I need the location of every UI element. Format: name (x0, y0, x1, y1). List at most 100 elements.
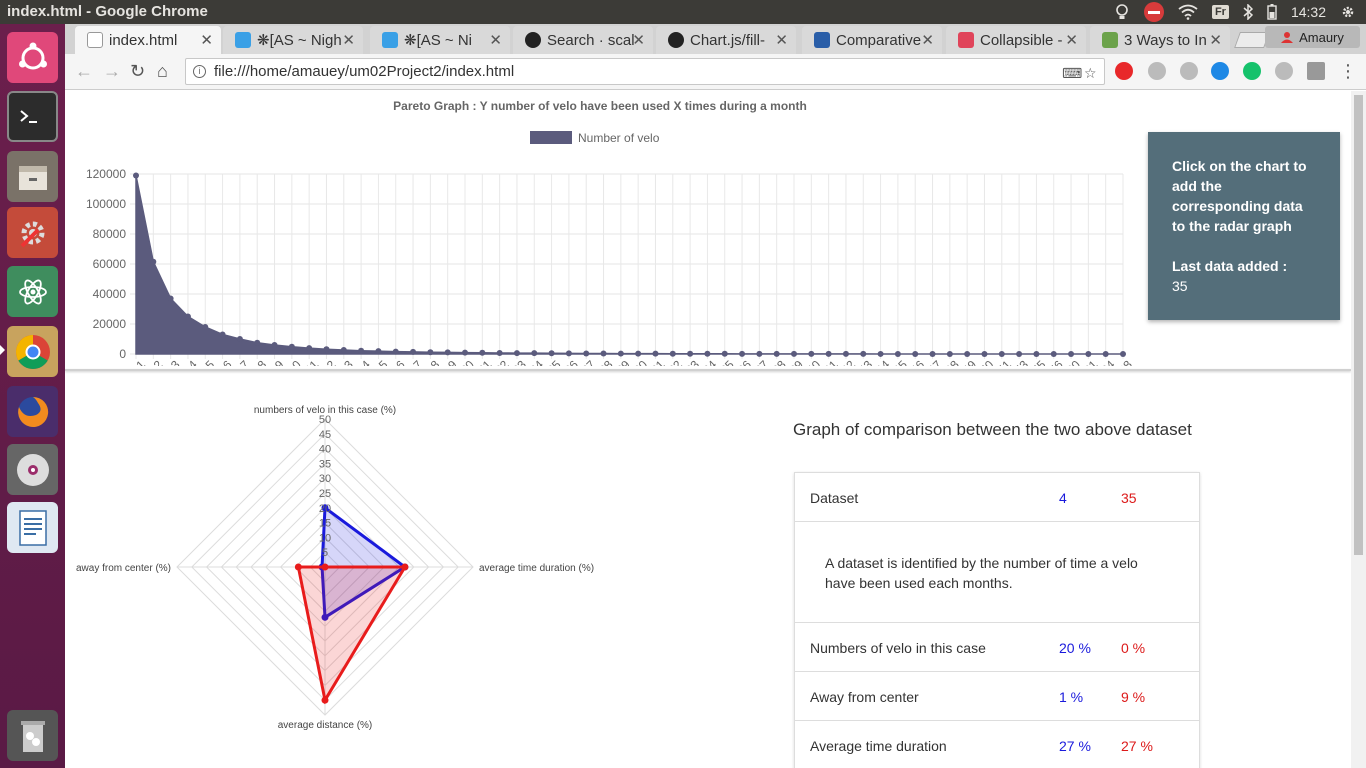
document-icon (87, 32, 103, 48)
x-tick-label: 13 (336, 357, 356, 366)
user-icon (1281, 32, 1294, 43)
home-icon[interactable]: ⌂ (157, 61, 168, 82)
pareto-legend[interactable]: Number of velo (530, 131, 660, 145)
table-row: Numbers of velo in this case 20 % 0 % (795, 623, 1199, 672)
extension-drop-icon[interactable] (1211, 62, 1229, 80)
data-point (704, 350, 711, 357)
x-tick-label: 41 (821, 357, 841, 366)
radar-point (294, 563, 302, 571)
extension-window-icon[interactable] (1307, 62, 1325, 80)
cell-label: Dataset (810, 490, 859, 506)
dvd-icon[interactable] (7, 444, 58, 495)
y-tick-label: 20000 (93, 317, 127, 331)
screen: index.html - Google Chrome Fr 14:32 inde… (0, 0, 1366, 768)
cell-dataset-b: 27 % (1121, 738, 1153, 754)
data-point (808, 350, 815, 357)
wifi-icon[interactable] (1178, 4, 1198, 20)
profile-button[interactable]: Amaury (1265, 26, 1360, 48)
grammarly-icon[interactable] (1243, 62, 1261, 80)
chrome-icon[interactable] (7, 326, 58, 377)
files-icon[interactable] (7, 151, 58, 202)
close-icon[interactable]: ✕ (632, 31, 645, 49)
x-tick-label: 22 (492, 357, 512, 366)
opera-icon[interactable] (1115, 62, 1133, 80)
scrollbar-thumb[interactable] (1354, 95, 1363, 555)
close-icon[interactable]: ✕ (342, 31, 355, 49)
page-scrollbar[interactable] (1351, 91, 1366, 768)
data-point (375, 348, 382, 355)
data-point (756, 350, 763, 357)
x-tick-label: 16 (388, 357, 408, 366)
data-point (842, 350, 849, 357)
ubuntu-icon[interactable] (7, 32, 58, 83)
x-tick-label: 35 (717, 357, 737, 366)
lightbulb-icon[interactable] (1114, 3, 1130, 21)
close-icon[interactable]: ✕ (200, 31, 213, 49)
series-area-number-of-velo (135, 175, 1124, 355)
tab-3-ways[interactable]: 3 Ways to In ✕ (1090, 26, 1230, 54)
tab-collapsible[interactable]: Collapsible - ✕ (946, 26, 1086, 54)
x-tick-label: 36 (735, 357, 755, 366)
last-data-value: 35 (1172, 278, 1188, 294)
x-tick-label: 29 (614, 357, 634, 366)
address-bar[interactable]: i file:///home/amauey/um02Project2/index… (185, 58, 1105, 85)
cell-dataset-b: 35 (1121, 490, 1137, 506)
wikihow-icon (1102, 32, 1118, 48)
tab-search-github[interactable]: Search · scal ✕ (513, 26, 653, 54)
y-tick-label: 80000 (93, 227, 127, 241)
battery-icon[interactable] (1267, 4, 1277, 20)
info-icon[interactable]: i (193, 65, 206, 78)
tab-label: index.html (109, 31, 178, 49)
keyboard-layout-indicator[interactable]: Fr (1211, 5, 1229, 19)
close-icon[interactable]: ✕ (775, 31, 788, 49)
extension-beach-icon[interactable] (1148, 62, 1166, 80)
comparison-table: Dataset 4 35 A dataset is identified by … (794, 472, 1200, 768)
no-entry-icon[interactable] (1143, 2, 1164, 22)
settings-icon[interactable] (7, 207, 58, 258)
y-tick-label: 60000 (93, 257, 127, 271)
star-icon[interactable]: ☆ (1084, 65, 1097, 82)
trash-icon[interactable] (7, 710, 58, 761)
tab-index-html[interactable]: index.html ✕ (75, 26, 221, 54)
close-icon[interactable]: ✕ (1209, 31, 1222, 49)
extension-leaf-icon[interactable] (1180, 62, 1198, 80)
comparison-title: Graph of comparison between the two abov… (793, 420, 1192, 439)
reload-icon[interactable]: ↻ (130, 61, 145, 82)
close-icon[interactable]: ✕ (1065, 31, 1078, 49)
extension-chinese-icon[interactable] (1275, 62, 1293, 80)
cell-dataset-a: 20 % (1059, 640, 1091, 656)
menu-icon[interactable]: ⋮ (1339, 61, 1357, 82)
close-icon[interactable]: ✕ (489, 31, 502, 49)
tab-comparative[interactable]: Comparative ✕ (802, 26, 942, 54)
cell-dataset-b: 9 % (1121, 689, 1146, 705)
legend-label: Number of velo (578, 131, 660, 145)
forward-icon[interactable]: → (103, 61, 121, 82)
translate-icon[interactable]: ⌨ (1062, 65, 1082, 82)
x-tick-label: 51 (994, 357, 1014, 366)
bluetooth-icon[interactable] (1243, 4, 1253, 20)
firefox-icon[interactable] (7, 386, 58, 437)
data-point (271, 342, 278, 348)
back-icon[interactable]: ← (75, 61, 93, 82)
x-tick-label: 26 (562, 357, 582, 366)
data-point (513, 350, 520, 357)
data-point (219, 331, 226, 338)
terminal-icon[interactable] (7, 91, 58, 142)
tab-as-nightcore-2[interactable]: ❋[AS ~ Ni ✕ (370, 26, 510, 54)
x-tick-label: 20 (458, 357, 478, 366)
pareto-chart[interactable]: Number of velo 0 20000 40000 60000 80000 1000… (65, 111, 1135, 366)
radar-chart[interactable]: 5045403530252015105 numbers of velo in t… (65, 391, 625, 741)
data-point (773, 350, 780, 357)
x-tick-label: 43 (856, 357, 876, 366)
power-gear-icon[interactable] (1340, 4, 1356, 20)
tab-chartjs-fill[interactable]: Chart.js/fill- ✕ (656, 26, 796, 54)
close-icon[interactable]: ✕ (921, 31, 934, 49)
radar-scale-label: 15 (319, 518, 331, 530)
x-tick-label: 84 (1098, 357, 1118, 366)
system-tray: Fr 14:32 (1114, 0, 1366, 24)
tab-as-nightcore-1[interactable]: ❋[AS ~ Nigh ✕ (223, 26, 363, 54)
atom-icon[interactable] (7, 266, 58, 317)
writer-icon[interactable] (7, 502, 58, 553)
x-tick-label: 28 (596, 357, 616, 366)
clock[interactable]: 14:32 (1291, 4, 1326, 20)
